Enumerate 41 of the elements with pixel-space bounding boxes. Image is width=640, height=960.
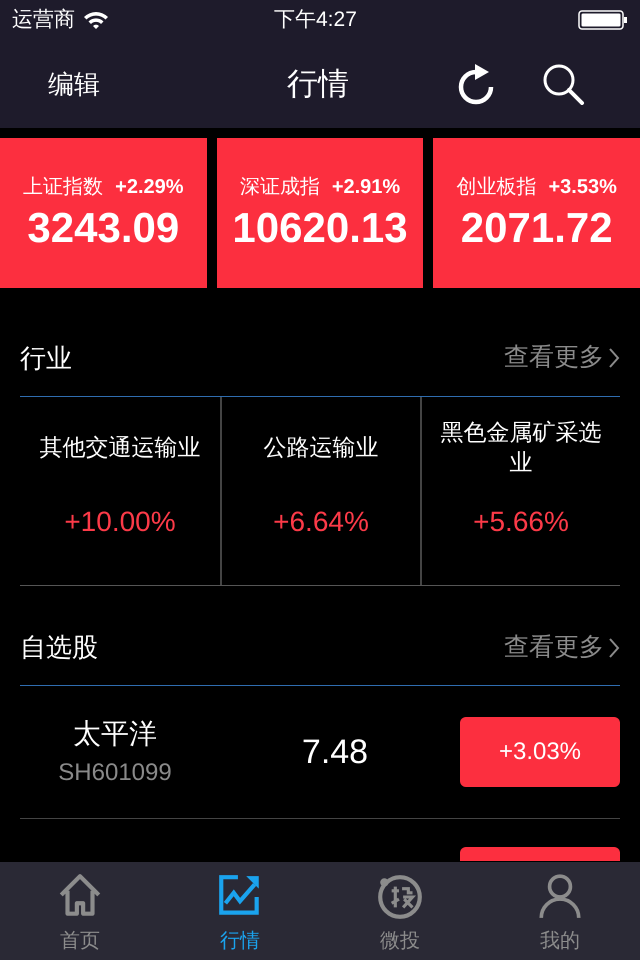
index-card[interactable]: 创业板指 +3.53% 2071.72 xyxy=(433,138,640,288)
index-value: 3243.09 xyxy=(27,203,180,253)
see-more-link[interactable]: 查看更多 xyxy=(504,628,620,666)
coin-icon xyxy=(375,872,425,922)
tab-item[interactable]: 微投 xyxy=(320,862,480,960)
tab-item[interactable]: 首页 xyxy=(0,862,160,960)
industry-change: +6.64% xyxy=(273,505,369,539)
index-change: +2.91% xyxy=(332,175,400,200)
carrier-name: 运营商 xyxy=(12,7,75,34)
index-card[interactable]: 深证成指 +2.91% 10620.13 xyxy=(216,138,424,288)
index-value: 2071.72 xyxy=(460,203,613,253)
section-title: 自选股 xyxy=(20,631,98,664)
index-change: +2.29% xyxy=(115,175,184,200)
battery-icon xyxy=(578,9,628,31)
stock-price: 7.48 xyxy=(302,732,368,772)
industry-name: 公路运输业 xyxy=(264,433,378,462)
index-card[interactable]: 上证指数 +2.29% 3243.09 xyxy=(0,138,207,288)
page-title: 行情 xyxy=(287,64,349,103)
industry-change: +10.00% xyxy=(64,505,176,539)
wifi-icon xyxy=(83,10,109,30)
industry-name: 其他交通运输业 xyxy=(40,433,200,462)
tab-item[interactable]: 行情 xyxy=(160,862,320,960)
stock-name: 太平洋 xyxy=(73,717,157,751)
edit-button[interactable]: 编辑 xyxy=(48,64,100,104)
index-name: 上证指数 xyxy=(23,175,104,200)
see-more-link[interactable]: 查看更多 xyxy=(504,339,620,377)
section-title: 行业 xyxy=(20,342,72,374)
tab-item[interactable]: 我的 xyxy=(480,862,640,960)
index-name: 深证成指 xyxy=(240,175,320,200)
change-button[interactable]: +3.03% xyxy=(460,717,620,787)
industry-name: 黑色金属矿采选业 xyxy=(440,418,602,477)
search-icon[interactable] xyxy=(542,63,586,105)
industry-change: +5.66% xyxy=(473,505,569,539)
index-value: 10620.13 xyxy=(232,203,408,253)
stock-code: SH601099 xyxy=(58,758,172,788)
chevron-icon xyxy=(608,636,620,658)
index-name: 创业板指 xyxy=(456,175,536,200)
index-change: +3.53% xyxy=(548,175,617,200)
clock-time: 下午4:27 xyxy=(274,7,357,34)
chevron-icon xyxy=(608,347,620,369)
refresh-icon[interactable] xyxy=(456,63,496,105)
